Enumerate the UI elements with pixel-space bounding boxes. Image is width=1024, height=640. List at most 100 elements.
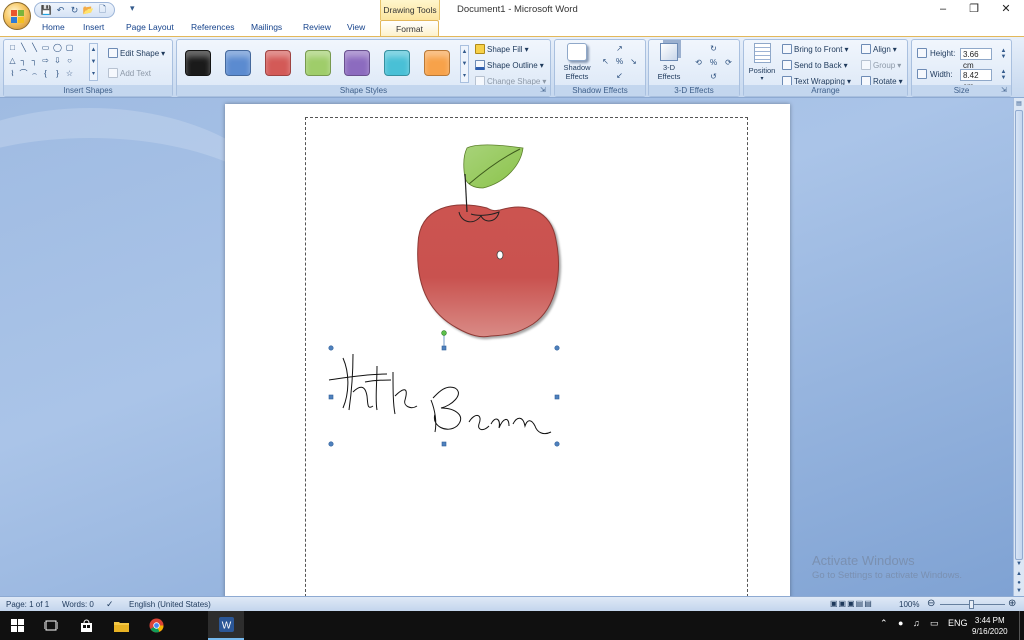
- height-input[interactable]: 3.66 cm: [960, 48, 992, 70]
- shape-rounded-rect-icon[interactable]: ▢: [65, 43, 74, 52]
- style-swatch-green[interactable]: [305, 50, 331, 76]
- undo-icon[interactable]: ↶: [55, 5, 66, 16]
- zoom-out-icon[interactable]: ⊖: [927, 598, 935, 609]
- shape-line-icon[interactable]: ╲: [19, 43, 28, 52]
- align-button[interactable]: Align ▾: [861, 44, 897, 54]
- shape-right-brace-icon[interactable]: }: [53, 69, 62, 78]
- close-button[interactable]: ✕: [990, 0, 1022, 20]
- style-swatch-black[interactable]: [185, 50, 211, 76]
- shape-left-brace-icon[interactable]: {: [41, 69, 50, 78]
- network-icon[interactable]: ●: [898, 618, 903, 628]
- width-input[interactable]: 8.42 cm: [960, 69, 992, 91]
- group-button[interactable]: Group ▾: [861, 60, 901, 70]
- document-page[interactable]: [225, 104, 790, 596]
- shape-triangle-icon[interactable]: △: [8, 56, 17, 65]
- tab-home[interactable]: Home: [42, 22, 65, 32]
- shapes-gallery[interactable]: □ ╲ ╲ ▭ ◯ ▢ △ ┐ ┐ ⇨ ⇩ ○ ⌇ ⌒ ⌢ { } ☆ ▲ ▼ ▾: [8, 43, 98, 83]
- zoom-level[interactable]: 100%: [899, 600, 919, 609]
- style-swatch-red[interactable]: [265, 50, 291, 76]
- send-to-back-button[interactable]: Send to Back ▾: [782, 60, 848, 70]
- nudge-shadow-left-icon[interactable]: ↖: [601, 57, 610, 66]
- edit-shape-button[interactable]: Edit Shape ▾: [108, 48, 165, 58]
- shape-outline-button[interactable]: Shape Outline ▾: [475, 60, 544, 70]
- shape-elbow-connector-icon[interactable]: ┐: [19, 56, 28, 65]
- customize-qat-icon[interactable]: ▾: [130, 3, 135, 14]
- shape-arc-icon[interactable]: ⌒: [19, 69, 28, 78]
- tilt-right-icon[interactable]: ⟳: [724, 58, 733, 67]
- zoom-slider-knob[interactable]: [969, 600, 974, 609]
- store-icon[interactable]: [69, 611, 103, 640]
- position-button[interactable]: Position ▾: [746, 43, 778, 85]
- shadow-toggle-icon[interactable]: %: [615, 57, 624, 66]
- show-desktop-button[interactable]: [1019, 611, 1024, 640]
- shape-elbow-arrow-icon[interactable]: ┐: [30, 56, 39, 65]
- shape-star-icon[interactable]: ☆: [65, 69, 74, 78]
- previous-page-icon[interactable]: ▲: [1015, 570, 1023, 579]
- shadow-effects-button[interactable]: Shadow Effects: [559, 43, 595, 85]
- minimize-button[interactable]: –: [927, 0, 959, 20]
- tab-page-layout[interactable]: Page Layout: [126, 22, 174, 32]
- shape-oval-icon[interactable]: ◯: [53, 43, 62, 52]
- shape-fill-button[interactable]: Shape Fill ▾: [475, 44, 529, 54]
- redo-icon[interactable]: ↻: [69, 5, 80, 16]
- tilt-down-icon[interactable]: ↺: [709, 72, 718, 81]
- tab-references[interactable]: References: [191, 22, 234, 32]
- handwriting-ink[interactable]: [328, 348, 557, 446]
- new-document-icon[interactable]: 🗋: [97, 4, 108, 16]
- shapes-gallery-more-icon[interactable]: ▲ ▼ ▾: [89, 43, 98, 81]
- ruler-toggle-icon[interactable]: ▤: [1015, 100, 1023, 109]
- style-swatch-blue[interactable]: [225, 50, 251, 76]
- add-text-button[interactable]: Add Text: [108, 68, 151, 78]
- size-launcher-icon[interactable]: ⇲: [1001, 87, 1009, 95]
- shape-down-arrow-icon[interactable]: ⇩: [53, 56, 62, 65]
- tab-insert[interactable]: Insert: [83, 22, 104, 32]
- shape-textbox-icon[interactable]: □: [8, 43, 17, 52]
- input-language[interactable]: ENG: [948, 618, 968, 628]
- tab-view[interactable]: View: [347, 22, 365, 32]
- shape-rectangle-icon[interactable]: ▭: [41, 43, 50, 52]
- zoom-in-icon[interactable]: ⊕: [1008, 598, 1016, 609]
- volume-icon[interactable]: ♫: [913, 618, 920, 628]
- height-spinner-icon[interactable]: ▲ ▼: [1000, 48, 1007, 60]
- file-explorer-icon[interactable]: [104, 611, 138, 640]
- proofing-icon[interactable]: ✓: [106, 599, 114, 610]
- chrome-icon[interactable]: [139, 611, 173, 640]
- action-center-icon[interactable]: ▭: [930, 618, 939, 629]
- page-count[interactable]: Page: 1 of 1: [6, 600, 49, 609]
- nudge-shadow-down-icon[interactable]: ↙: [615, 71, 624, 80]
- word-taskbar-icon[interactable]: W: [208, 611, 244, 640]
- style-swatch-purple[interactable]: [344, 50, 370, 76]
- shape-styles-launcher-icon[interactable]: ⇲: [540, 87, 548, 95]
- tab-mailings[interactable]: Mailings: [251, 22, 282, 32]
- shape-circle-icon[interactable]: ○: [65, 56, 74, 65]
- tilt-up-icon[interactable]: ↻: [709, 44, 718, 53]
- shape-curve-icon[interactable]: ⌢: [30, 69, 39, 78]
- bring-to-front-button[interactable]: Bring to Front ▾: [782, 44, 848, 54]
- save-icon[interactable]: 💾: [41, 5, 52, 16]
- apple-shape[interactable]: [417, 144, 559, 338]
- tab-format[interactable]: Format: [380, 20, 439, 37]
- style-swatch-orange[interactable]: [424, 50, 450, 76]
- system-clock[interactable]: 3:44 PM 9/16/2020: [972, 615, 1008, 637]
- style-swatch-aqua[interactable]: [384, 50, 410, 76]
- vertical-scrollbar[interactable]: ▤ ▼ ▲ ● ▼: [1013, 98, 1024, 596]
- next-page-icon[interactable]: ▼: [1015, 587, 1023, 596]
- open-folder-icon[interactable]: 📂: [83, 5, 94, 16]
- start-windows-icon[interactable]: [0, 611, 34, 640]
- task-view-icon[interactable]: [34, 611, 68, 640]
- tray-expand-icon[interactable]: ⌃: [880, 618, 888, 629]
- maximize-button[interactable]: ❐: [958, 0, 990, 20]
- three-d-effects-button[interactable]: 3-D Effects: [652, 43, 686, 85]
- tab-review[interactable]: Review: [303, 22, 331, 32]
- width-spinner-icon[interactable]: ▲ ▼: [1000, 69, 1007, 81]
- three-d-toggle-icon[interactable]: %: [709, 58, 718, 67]
- nudge-shadow-up-icon[interactable]: ↗: [615, 44, 624, 53]
- office-button[interactable]: [3, 2, 31, 30]
- shape-right-arrow-icon[interactable]: ⇨: [41, 56, 50, 65]
- language-indicator[interactable]: English (United States): [129, 600, 211, 609]
- shape-arrow-line-icon[interactable]: ╲: [30, 43, 39, 52]
- nudge-shadow-right-icon[interactable]: ↘: [629, 57, 638, 66]
- styles-gallery-more-icon[interactable]: ▲ ▼ ▾: [460, 45, 469, 83]
- scroll-thumb[interactable]: [1015, 110, 1023, 560]
- tilt-left-icon[interactable]: ⟲: [694, 58, 703, 67]
